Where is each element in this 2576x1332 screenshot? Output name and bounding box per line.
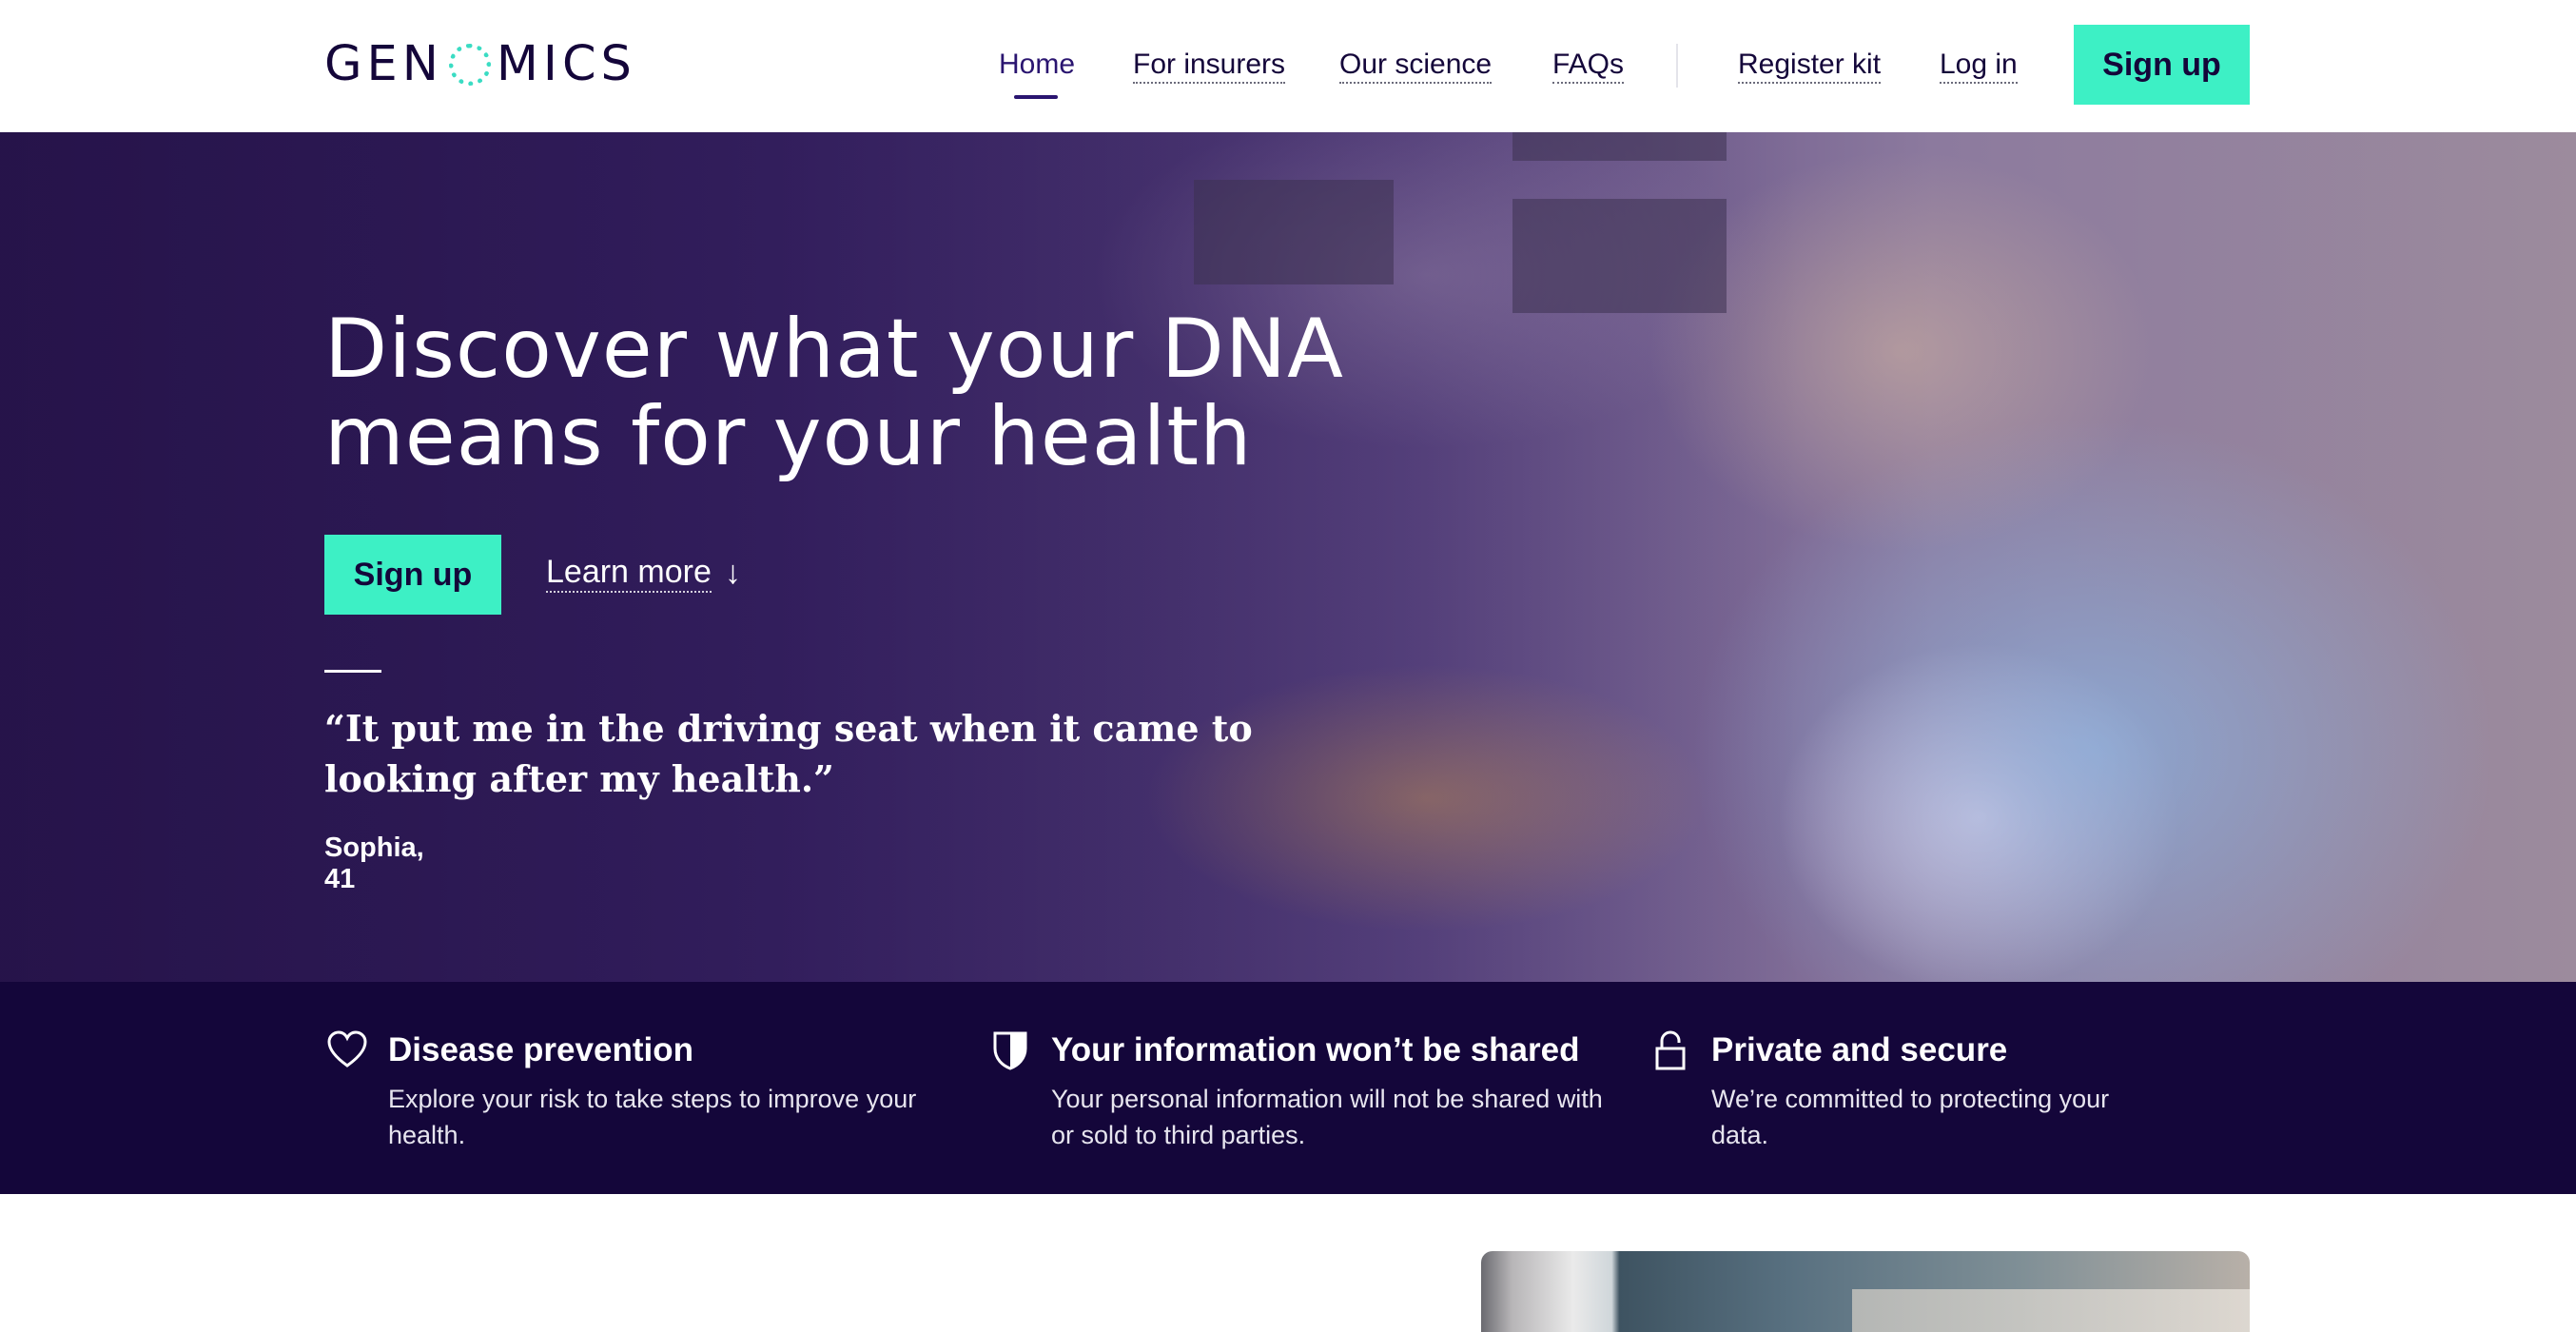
site-header: GEN MICS Home For insurers Our science F… xyxy=(0,0,2576,132)
logo-text-right: MICS xyxy=(496,35,636,92)
background-shelf xyxy=(1512,199,1727,313)
learn-more-label: Learn more xyxy=(546,553,712,593)
genomics-logo[interactable]: GEN MICS xyxy=(324,34,636,93)
feature-title: Disease prevention xyxy=(388,1031,693,1068)
feature-description: Your personal information will not be sh… xyxy=(1051,1085,1603,1149)
header-signup-button[interactable]: Sign up xyxy=(2074,25,2250,105)
background-shelf xyxy=(1194,180,1394,284)
lock-icon xyxy=(1655,1030,1686,1070)
nav-log-in[interactable]: Log in xyxy=(1940,48,2018,84)
features-strip: Disease prevention Explore your risk to … xyxy=(0,982,2576,1194)
background-shelf xyxy=(1512,132,1727,161)
logo-text-left: GEN xyxy=(324,35,443,92)
logo-dna-ring-icon xyxy=(448,44,491,86)
page: GEN MICS Home For insurers Our science F… xyxy=(0,0,2576,1332)
nav-our-science[interactable]: Our science xyxy=(1339,48,1493,84)
hero-section: Discover what your DNA means for your he… xyxy=(0,132,2576,982)
nav-home[interactable]: Home xyxy=(999,48,1075,82)
feature-description: Explore your risk to take steps to impro… xyxy=(388,1085,917,1149)
nav-active-indicator xyxy=(1014,95,1058,99)
heart-icon xyxy=(327,1030,367,1068)
feature-title: Private and secure xyxy=(1711,1031,2008,1068)
shield-icon xyxy=(993,1031,1027,1070)
nav-for-insurers[interactable]: For insurers xyxy=(1133,48,1286,84)
testimonial-quote: “It put me in the driving seat when it c… xyxy=(324,707,1253,800)
feature-description: We’re committed to protecting your data. xyxy=(1711,1085,2110,1149)
arrow-down-icon: ↓ xyxy=(724,555,741,591)
nav-divider xyxy=(1676,44,1678,88)
learn-more-link[interactable]: Learn more ↓ xyxy=(546,553,741,593)
section-photo xyxy=(1481,1251,2250,1332)
hero-title: Discover what your DNA means for your he… xyxy=(324,302,1345,484)
nav-faqs[interactable]: FAQs xyxy=(1552,48,1625,84)
quote-divider xyxy=(324,670,381,673)
hero-signup-button[interactable]: Sign up xyxy=(324,535,501,615)
feature-title: Your information won’t be shared xyxy=(1051,1031,1580,1068)
testimonial-author: Sophia, 41 xyxy=(324,832,424,894)
nav-register-kit[interactable]: Register kit xyxy=(1738,48,1882,84)
